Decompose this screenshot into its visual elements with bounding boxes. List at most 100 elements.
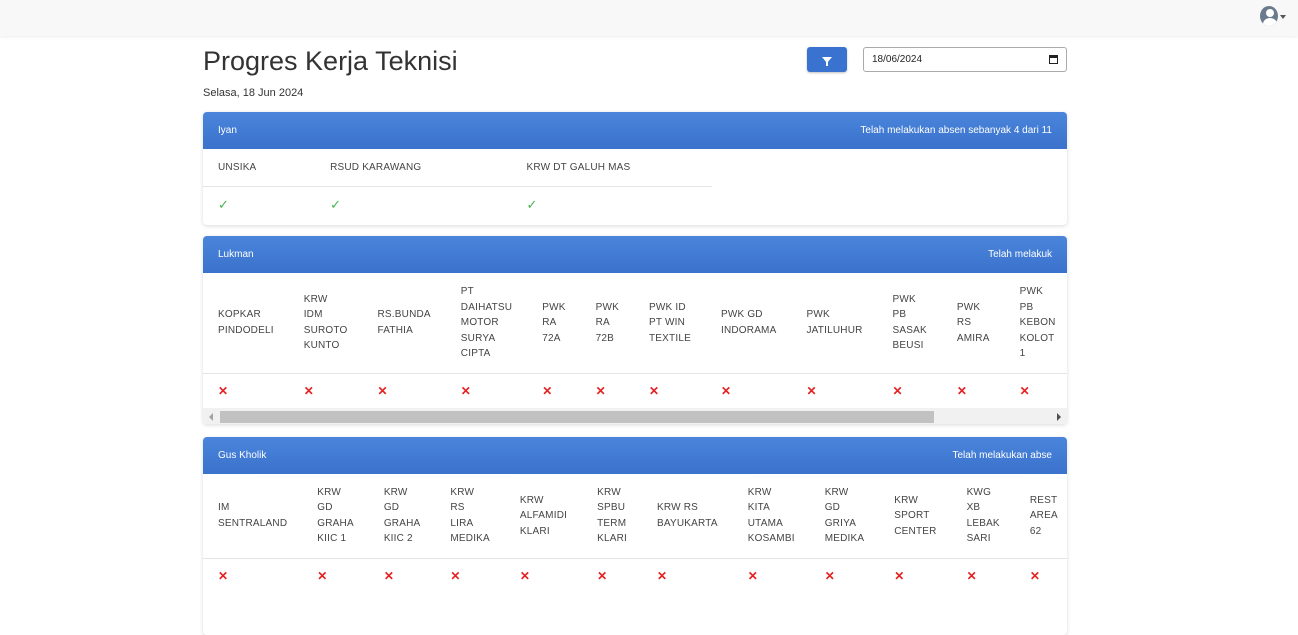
location-label: KOPKAR PINDODELI [203,273,289,374]
technician-name: Gus Kholik [218,450,267,461]
progress-table: KOPKAR PINDODELI KRW IDM SUROTO KUNTO RS.B… [203,273,1067,408]
card-header: Lukman Telah melakuk [203,236,1067,273]
progress-table: IM SENTRALAND KRW GD GRAHA KIIC 1 KRW GD G… [203,474,1067,594]
calendar-icon[interactable] [1049,55,1058,64]
user-circle-icon [1260,6,1278,26]
progress-table-wrap: IM SENTRALAND KRW GD GRAHA KIIC 1 KRW GD G… [203,474,1067,594]
cross-icon: ✕ [218,569,229,584]
status-cell: ✕ [527,373,580,408]
cross-icon: ✕ [657,569,668,584]
location-label: PT DAIHATSU MOTOR SURYA CIPTA [445,273,528,374]
page-title: Progres Kerja Teknisi [203,46,458,76]
status-cell: ✕ [369,558,436,594]
progress-table-wrap: KOPKAR PINDODELI KRW IDM SUROTO KUNTO RS.B… [203,273,1067,408]
location-label: KRW DT GALUH MAS [511,149,712,187]
status-cell: ✕ [505,558,582,594]
cross-icon: ✕ [542,383,553,398]
cross-icon: ✕ [747,569,758,584]
status-row: ✕✕✕✕✕✕✕✕✕✕✕✕✕ [203,558,1067,594]
location-label: IM SENTRALAND [203,474,303,559]
location-label: PWK JATILUHUR [791,273,878,374]
cross-icon: ✕ [1029,569,1040,584]
status-cell: ✕ [581,373,634,408]
status-cell: ✕ [634,373,706,408]
location-label: KRW KITA UTAMA KOSAMBI [732,474,810,559]
status-cell: ✕ [363,373,446,408]
location-label: KRW SPORT CENTER [879,474,952,559]
cross-icon: ✕ [649,383,660,398]
scrollbar-thumb[interactable] [220,411,934,423]
location-label: KRW SPBU TERM KLARI [582,474,642,559]
technician-card: Gus Kholik Telah melakukan abse IM SENTRAL… [203,437,1067,635]
check-icon: ✓ [526,197,538,213]
progress-table-wrap: UNSIKA RSUD KARAWANG KRW DT GALUH MAS ✓ ✓ ✓ [203,149,1067,224]
progress-table: UNSIKA RSUD KARAWANG KRW DT GALUH MAS ✓ ✓ ✓ [203,149,712,224]
location-label: PWK RA 72B [580,273,634,374]
status-cell: ✕ [810,558,880,594]
technician-card: Lukman Telah melakuk KOPKAR PINDODELI KRW I… [203,236,1067,424]
location-label: PWK PB SASAK BEUSI [877,273,942,374]
filter-icon [822,56,832,66]
status-cell: ✕ [878,373,942,408]
status-cell: ✕ [942,373,1005,408]
status-cell: ✕ [706,373,792,408]
status-row: ✓ ✓ ✓ [203,186,712,224]
attendance-info: Telah melakukan absen sebanyak 4 dari 11 [860,125,1052,136]
status-cell: ✕ [1015,558,1067,594]
attendance-info: Telah melakukan abse [952,450,1052,461]
attendance-info: Telah melakuk [988,249,1052,260]
check-icon: ✓ [218,197,229,213]
top-navbar [0,0,1298,36]
status-cell: ✕ [733,558,810,594]
scroll-left-icon[interactable] [209,413,213,421]
date-input-value: 18/06/2024 [872,54,923,65]
location-label: KWG XB LEBAK SARI [951,474,1015,559]
cross-icon: ✕ [966,569,977,584]
card-header: Gus Kholik Telah melakukan abse [203,437,1067,474]
status-cell: ✓ [511,186,712,224]
cross-icon: ✕ [806,383,817,398]
scroll-right-icon[interactable] [1057,413,1061,421]
location-label: KRW ALFAMIDI KLARI [504,474,583,559]
status-cell: ✕ [446,373,527,408]
check-icon: ✓ [330,197,341,213]
status-cell: ✕ [302,558,369,594]
status-cell: ✕ [879,558,951,594]
status-cell: ✓ [315,186,511,224]
location-label: KRW IDM SUROTO KUNTO [288,273,363,374]
location-label: RSUD KARAWANG [315,149,512,187]
user-menu[interactable] [1260,5,1286,27]
location-label: PWK RS AMIRA [941,273,1005,374]
status-cell: ✕ [582,558,642,594]
cross-icon: ✕ [383,569,394,584]
cross-icon: ✕ [720,383,732,398]
technician-name: Lukman [218,249,254,260]
location-header-row: KOPKAR PINDODELI KRW IDM SUROTO KUNTO RS.B… [203,273,1067,374]
horizontal-scrollbar[interactable] [203,408,1067,424]
status-cell: ✕ [642,558,733,594]
status-cell: ✕ [952,558,1015,594]
location-label: KRW RS BAYUKARTA [642,474,733,559]
cross-icon: ✕ [303,383,314,398]
location-label: RS.BUNDA FATHIA [362,273,446,374]
date-input[interactable]: 18/06/2024 [863,47,1067,72]
status-cell: ✕ [203,373,289,408]
chevron-down-icon [1280,15,1286,19]
technician-name: Iyan [218,125,237,136]
technician-card: Iyan Telah melakukan absen sebanyak 4 dar… [203,112,1067,225]
status-cell: ✕ [289,373,363,408]
cross-icon: ✕ [450,569,461,584]
cross-icon: ✕ [218,383,229,398]
location-label: PWK GD INDORAMA [705,273,792,374]
status-row: ✕✕✕✕✕✕✕✕✕✕✕✕✕ [203,373,1067,408]
cross-icon: ✕ [956,383,967,398]
status-cell: ✕ [1005,373,1067,408]
location-label: PWK ID PT WIN TEXTILE [634,273,706,374]
location-label: KRW RS LIRA MEDIKA [435,474,505,559]
filter-button[interactable] [807,47,847,72]
location-label: KRW GD GRAHA KIIC 1 [302,474,369,559]
cross-icon: ✕ [824,569,835,584]
location-header-row: IM SENTRALAND KRW GD GRAHA KIIC 1 KRW GD G… [203,474,1067,559]
location-header-row: UNSIKA RSUD KARAWANG KRW DT GALUH MAS [203,149,712,187]
cross-icon: ✕ [519,569,530,584]
